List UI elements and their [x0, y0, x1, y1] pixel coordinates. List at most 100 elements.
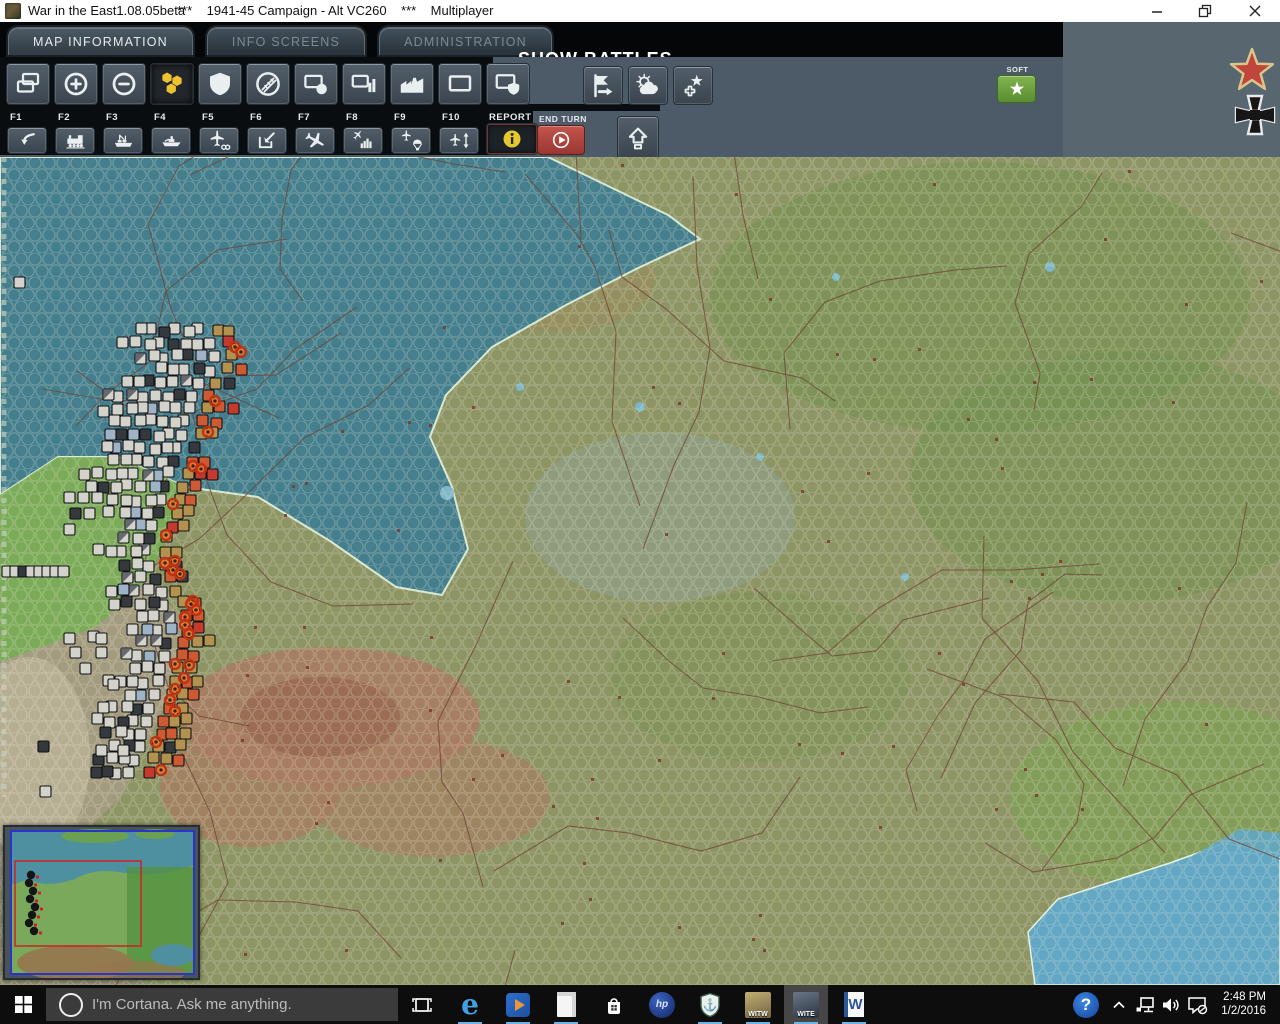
fkey-label-F8: F8	[346, 112, 359, 123]
action-center-icon[interactable]	[1184, 985, 1210, 1024]
rail-mode-icon	[256, 72, 280, 96]
report-label: REPORT	[489, 112, 532, 123]
fkey-label-F7: F7	[298, 112, 311, 123]
unit-counter-button[interactable]	[294, 63, 338, 105]
taskbar-app-warships[interactable]: ⚓	[688, 985, 732, 1024]
desktop: War in the East1.08.05beta *** 1941-45 C…	[0, 0, 1280, 1024]
undo-move-icon	[20, 133, 35, 145]
air-mission-icon	[304, 132, 324, 148]
fkey-label-F3: F3	[106, 112, 119, 123]
box-shield-icon	[495, 74, 520, 95]
star-icon	[1009, 81, 1024, 95]
toolbar-divider	[0, 104, 660, 111]
hex-filter-icon	[162, 72, 182, 94]
air-base-icon	[258, 132, 275, 149]
taskbar-clock[interactable]: 2:48 PM 1/2/2016	[1221, 990, 1266, 1018]
app-icon	[5, 3, 21, 19]
zoom-in-button[interactable]	[54, 63, 98, 105]
fkey-label-F10: F10	[442, 112, 460, 123]
clock-time: 2:48 PM	[1223, 991, 1266, 1003]
info-icon	[503, 130, 521, 148]
zoom-out-button[interactable]	[102, 63, 146, 105]
minimize-icon[interactable]	[1142, 2, 1172, 20]
soft-label: SOFT	[1006, 65, 1029, 74]
flags-toggle-button[interactable]	[673, 66, 713, 105]
zoom-out-icon	[112, 72, 136, 96]
sea-transport-button[interactable]	[103, 127, 143, 154]
air-mission-button[interactable]	[295, 127, 335, 154]
svg-text:⚓: ⚓	[703, 998, 718, 1012]
unit-stats-button[interactable]	[342, 63, 386, 105]
soft-factors-button[interactable]	[997, 75, 1036, 103]
taskbar-app-hp[interactable]: hp	[640, 985, 684, 1024]
fkey-label-F5: F5	[202, 112, 215, 123]
window-titlebar: War in the East1.08.05beta *** 1941-45 C…	[0, 0, 1280, 22]
factory-icon	[400, 77, 424, 93]
unit-counter-icon	[304, 74, 327, 95]
bomb-city-icon	[352, 130, 372, 149]
air-transfer-button[interactable]	[199, 127, 239, 154]
rail-mode-button[interactable]	[246, 63, 290, 105]
up-level-button[interactable]	[617, 116, 659, 159]
tray-chevron-icon[interactable]	[1108, 985, 1130, 1024]
volume-tray-icon[interactable]	[1158, 985, 1184, 1024]
air-drop-button[interactable]	[391, 127, 431, 154]
sea-transport-icon	[114, 134, 132, 147]
jump-view-button[interactable]	[6, 63, 50, 105]
rail-transport-icon	[65, 135, 85, 149]
taskbar-app-edge[interactable]: e	[448, 985, 492, 1024]
empty-box-button[interactable]	[438, 63, 482, 105]
cortana-icon	[59, 992, 83, 1017]
soviet-star-axis-cross-icon	[1229, 47, 1276, 136]
clock-date: 1/2/2016	[1221, 1005, 1266, 1017]
tab-map-information[interactable]: MAP INFORMATION	[8, 27, 193, 55]
box-shield-button[interactable]	[486, 63, 530, 105]
unit-stats-icon	[351, 74, 376, 93]
air-transfer-icon	[210, 130, 230, 150]
soviet-star-icon	[1229, 47, 1275, 91]
taskbar-app-document[interactable]	[544, 985, 588, 1024]
tab-bar: MAP INFORMATION INFO SCREENS ADMINISTRATIO…	[0, 22, 1063, 69]
cortana-search-input[interactable]: I'm Cortana. Ask me anything.	[46, 988, 398, 1021]
taskbar-app-witw[interactable]: WITW	[736, 985, 780, 1024]
play-icon	[552, 131, 570, 149]
close-icon[interactable]	[1240, 2, 1270, 20]
fkey-label-F9: F9	[394, 112, 407, 123]
german-cross-icon	[1234, 94, 1276, 136]
weather-icon	[636, 73, 658, 94]
air-drop-icon	[401, 130, 422, 151]
report-button[interactable]	[486, 123, 538, 155]
undo-move-button[interactable]	[7, 127, 47, 154]
restore-icon[interactable]	[1190, 2, 1220, 20]
end-turn-button[interactable]	[537, 125, 585, 155]
shield-icon	[210, 72, 230, 96]
taskbar-app-media-player[interactable]	[496, 985, 540, 1024]
shield-button[interactable]	[198, 63, 242, 105]
bomb-city-button[interactable]	[343, 127, 383, 154]
window-title: War in the East1.08.05beta	[28, 3, 186, 18]
help-tray-icon[interactable]: ?	[1072, 985, 1100, 1024]
zoom-in-icon	[64, 72, 88, 96]
naval-button[interactable]	[151, 127, 191, 154]
fkey-label-F1: F1	[10, 112, 23, 123]
hex-filter-button[interactable]	[150, 63, 194, 105]
task-view-icon[interactable]	[404, 985, 440, 1024]
up-arrow-icon	[628, 127, 648, 149]
weather-button[interactable]	[628, 66, 668, 105]
taskbar-app-store[interactable]	[592, 985, 636, 1024]
taskbar-app-wite[interactable]: WITE	[784, 985, 828, 1024]
air-updown-button[interactable]	[439, 127, 479, 154]
factory-button[interactable]	[390, 63, 434, 105]
tab-info-screens[interactable]: INFO SCREENS	[206, 27, 366, 55]
fkey-label-F4: F4	[154, 112, 167, 123]
start-button[interactable]	[0, 985, 46, 1024]
taskbar-app-word[interactable]: W	[832, 985, 876, 1024]
rail-transport-button[interactable]	[55, 127, 95, 154]
air-base-button[interactable]	[247, 127, 287, 154]
empty-box-icon	[448, 75, 472, 92]
status-area: 1945-06-28 Turn: 211 Vehicle Pool: 79K (…	[1063, 22, 1280, 157]
flag-move-button[interactable]	[583, 66, 623, 105]
fkey-label-F2: F2	[58, 112, 71, 123]
mini-map[interactable]	[3, 825, 200, 985]
network-tray-icon[interactable]	[1132, 985, 1158, 1024]
